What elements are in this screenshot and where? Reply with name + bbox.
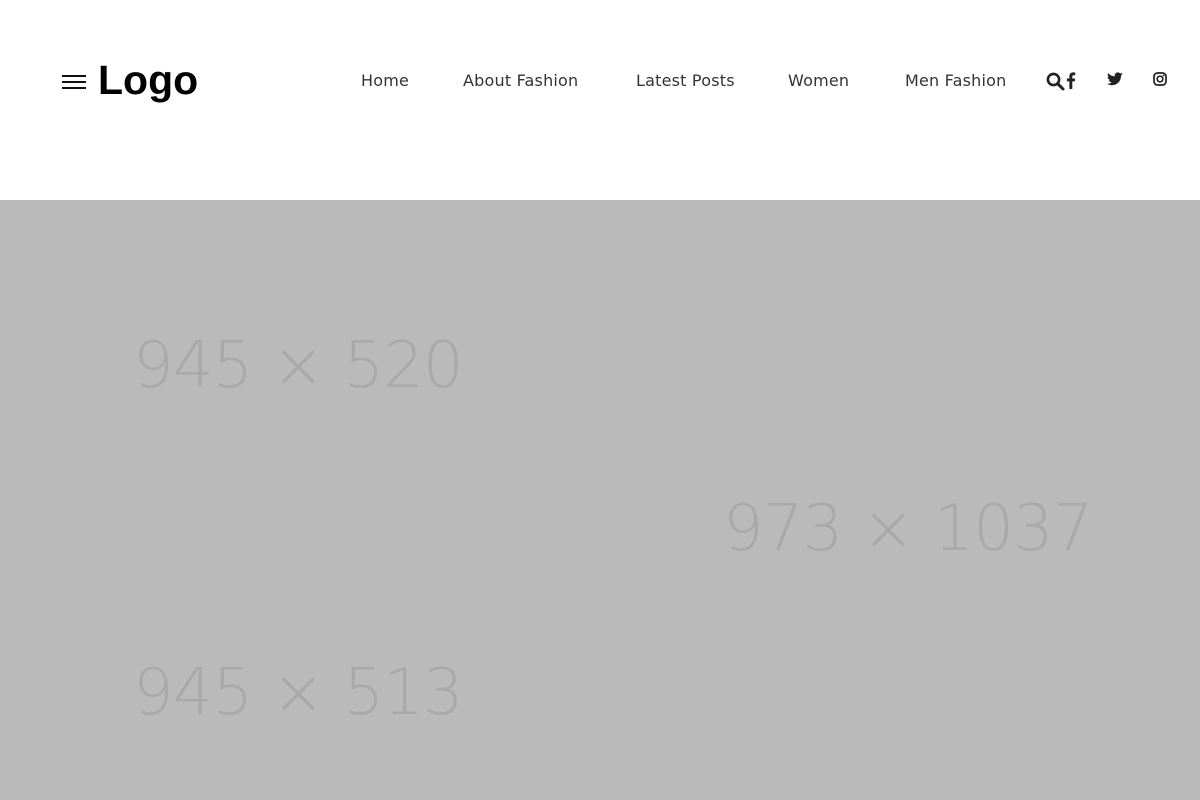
placeholder-dimensions: 973 × 1037 bbox=[723, 492, 1093, 566]
nav-item-home[interactable]: Home bbox=[361, 70, 409, 92]
hero-placeholder-area: 945 × 520 973 × 1037 945 × 513 bbox=[0, 200, 1200, 800]
site-logo[interactable]: Logo bbox=[98, 56, 198, 104]
nav-item-latest-posts[interactable]: Latest Posts bbox=[636, 70, 735, 92]
search-icon[interactable] bbox=[1046, 72, 1065, 91]
site-header: Logo Home About Fashion Latest Posts Wom… bbox=[0, 0, 1200, 200]
placeholder-dimensions: 945 × 513 bbox=[133, 656, 464, 730]
twitter-icon[interactable] bbox=[1107, 72, 1123, 86]
nav-item-men-fashion[interactable]: Men Fashion bbox=[905, 70, 1006, 92]
menu-bar bbox=[62, 75, 86, 77]
menu-icon[interactable] bbox=[62, 73, 86, 90]
nav-item-about-fashion[interactable]: About Fashion bbox=[463, 70, 578, 92]
menu-bar bbox=[62, 87, 86, 89]
instagram-icon[interactable] bbox=[1153, 72, 1167, 86]
placeholder-dimensions: 945 × 520 bbox=[133, 329, 464, 403]
nav-item-women[interactable]: Women bbox=[788, 70, 849, 92]
facebook-icon[interactable] bbox=[1066, 72, 1076, 89]
menu-bar bbox=[62, 81, 86, 83]
